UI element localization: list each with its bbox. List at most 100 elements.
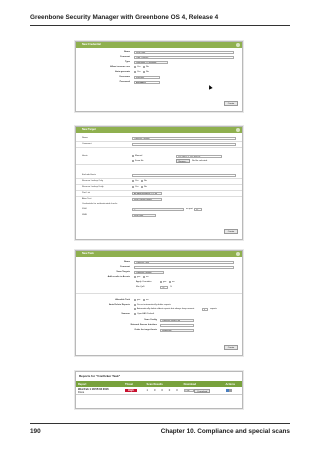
scan-config-select[interactable]: Conficker Search on [160,318,194,322]
no-file-label: No file selected. [192,160,208,162]
details-icon[interactable] [225,388,229,392]
port-list-select[interactable]: All IANA assigned TCP an [132,191,162,195]
field-label: Comment [82,143,92,145]
scanner-name: OpenVAS Default [137,313,155,315]
close-icon[interactable] [236,252,240,256]
footer-rule [30,423,290,424]
exclude-hosts-field[interactable] [132,173,236,177]
close-icon[interactable] [236,128,240,132]
false-positive-count: 0 [174,387,182,395]
keep-reports-spinner[interactable]: 5 [202,307,208,311]
yes-label: Yes [135,186,139,188]
field-label: Alterable Task [115,299,130,301]
min-qod-label: Min QoD [136,286,145,288]
auto-delete-keep-radio[interactable] [134,308,136,310]
min-qod-spinner[interactable]: 70 [160,285,168,289]
manual-label: Manual [135,155,143,157]
name-field[interactable]: Conficker Targets [132,136,236,140]
comment-field[interactable]: Conf. Policies [134,55,234,59]
alterable-yes-radio[interactable] [134,299,136,301]
severity-badge: High [125,389,137,392]
overrides-no-radio[interactable] [169,281,171,283]
yes-label: Yes [137,66,141,68]
yes-label: yes [137,299,141,301]
no-label: No [146,71,149,73]
comment-field[interactable] [132,142,236,146]
comment-field[interactable] [134,265,234,269]
field-label: Order for target hosts [134,329,157,331]
field-label: Comment [119,56,130,58]
field-label: Name [82,137,88,139]
field-label: Hosts [82,155,88,157]
field-label: Allow insecure use [110,66,130,68]
reverse-only-no-radio[interactable] [141,180,143,182]
name-field[interactable]: Scan User [134,50,234,54]
report-format-select[interactable]: PDF [183,388,194,392]
credential-dialog: New Credential Name Scan User Comment Conf… [75,41,243,112]
add-assets-yes-radio[interactable] [134,276,136,278]
overrides-yes-radio[interactable] [160,281,162,283]
reverse-only-yes-radio[interactable] [132,180,134,182]
no-label: No [144,186,147,188]
field-label: Reverse Lookup Unify [82,186,104,188]
manual-hosts-field[interactable]: 192.168.0.1, 192.168.0.8 [176,154,222,158]
field-label: Comment [119,266,130,268]
create-button[interactable]: Create [224,101,238,106]
field-label: Scan Config [144,319,157,321]
password-field[interactable]: ●●●●●●●● [134,80,160,84]
scan-targets-select[interactable]: Conficker Targets [134,270,164,274]
host-order-select[interactable]: Sequential [160,328,194,332]
alterable-no-radio[interactable] [143,299,145,301]
alive-test-select[interactable]: Scan Config Default [132,197,162,201]
name-field[interactable]: Conficker Task [134,260,234,264]
insecure-no-radio[interactable] [143,66,145,68]
reports-table: Report Threat Scan Results Download Acti… [76,381,242,395]
ssh-port-field[interactable]: 22 [194,207,202,211]
autogen-yes-radio[interactable] [134,71,136,73]
username-field[interactable]: scanuser [134,75,160,79]
add-assets-no-radio[interactable] [143,276,145,278]
no-label: no [146,299,149,301]
auto-delete-option-label: Automatically delete oldest reports but … [137,308,195,310]
close-icon[interactable] [236,43,240,47]
field-label: Name [124,51,130,53]
medium-count: 0 [151,387,160,395]
create-button[interactable]: Create [224,345,238,350]
target-dialog-title: New Target [76,127,242,133]
from-file-radio[interactable] [132,160,134,162]
no-label: No [146,66,149,68]
create-button[interactable]: Create [224,229,238,234]
field-label: Auto-generate [115,71,130,73]
field-label: Type [125,61,130,63]
ssh-credential-select[interactable]: -- [132,207,184,211]
delete-icon[interactable] [229,388,233,392]
on-port-label: on port [186,208,193,210]
reverse-unify-yes-radio[interactable] [132,186,134,188]
source-interface-field[interactable] [160,323,194,327]
download-button[interactable]: Download [194,388,211,393]
from-file-label: From file [135,160,144,162]
type-select[interactable]: Username + Password [134,60,168,64]
autogen-no-radio[interactable] [143,71,145,73]
table-row[interactable]: Wed Feb 1 18:55:02 2016 Done High 1 0 0 0… [76,387,242,395]
smb-credential-select[interactable]: Scan User [132,213,156,217]
task-dialog-title: New Task [76,251,242,257]
auto-delete-none-radio[interactable] [134,304,136,306]
low-count: 0 [159,387,167,395]
scanner-radio[interactable] [134,313,136,315]
chapter-title: Chapter 10. Compliance and special scans [160,428,290,435]
credential-dialog-title: New Credential [76,42,242,48]
no-label: no [146,276,149,278]
field-label: Alive Test [82,198,92,200]
field-label: SMB [82,214,87,216]
report-cell[interactable]: Wed Feb 1 18:55:02 2016 Done [76,387,124,395]
percent-label: % [170,286,172,288]
reports-label: reports [210,308,217,310]
insecure-yes-radio[interactable] [134,66,136,68]
browse-button[interactable]: Browse... [176,159,190,163]
reverse-unify-no-radio[interactable] [141,186,143,188]
reports-panel: Reports for "Conficker Task" Report Thre… [75,371,243,409]
task-dialog: New Task Name Conficker Task Comment Scan… [75,250,243,356]
yes-label: Yes [135,180,139,182]
manual-radio[interactable] [132,155,134,157]
